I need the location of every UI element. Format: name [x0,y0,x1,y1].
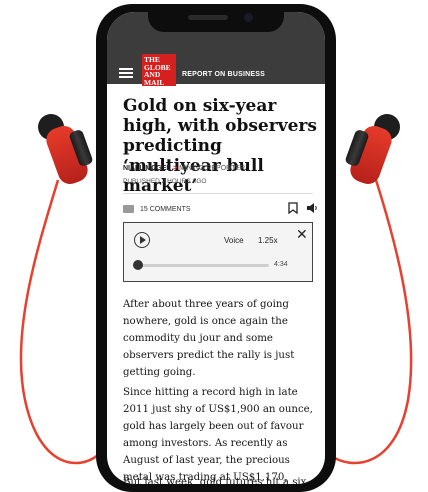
right-earbud [332,112,402,192]
comment-icon [123,205,134,213]
speaker-icon[interactable] [306,202,318,214]
divider [123,193,313,194]
progress-track[interactable] [134,264,269,267]
hamburger-menu-icon[interactable] [119,68,133,78]
phone-speaker [188,15,228,20]
comments-link[interactable]: 15 COMMENTS [123,205,191,213]
author-role: MINING REPORTER [179,165,246,172]
close-icon[interactable]: ✕ [296,227,308,241]
paragraph-1: After about three years of going nowhere… [123,299,295,378]
section-label[interactable]: REPORT ON BUSINESS [182,71,265,78]
play-icon[interactable] [134,232,150,248]
progress-knob[interactable] [132,260,143,270]
voice-label[interactable]: Voice [224,236,244,245]
bookmark-icon[interactable] [288,202,298,214]
published-time: PUBLISHED 2 HOURS AGO [123,178,207,185]
globe-and-mail-logo[interactable]: THE GLOBE AND MAIL [142,54,176,86]
front-camera [244,13,253,22]
phone-notch [148,10,284,32]
paragraph-2: Since hitting a record high in late 2011… [123,387,313,483]
comments-count: 15 COMMENTS [140,205,191,213]
byline-separator: > [173,165,178,172]
audio-player: Voice 1.25x ✕ 4:34 [123,222,313,282]
playback-speed[interactable]: 1.25x [258,236,278,245]
phone-screen: THE GLOBE AND MAIL REPORT ON BUSINESS Gold … [107,12,325,484]
paragraph-3: But last week, gold futures hit a six-ye… [123,477,310,484]
byline: NIALL MCGEE > MINING REPORTER [123,165,245,172]
author-name[interactable]: NIALL MCGEE [123,165,171,172]
duration: 4:34 [274,261,288,268]
